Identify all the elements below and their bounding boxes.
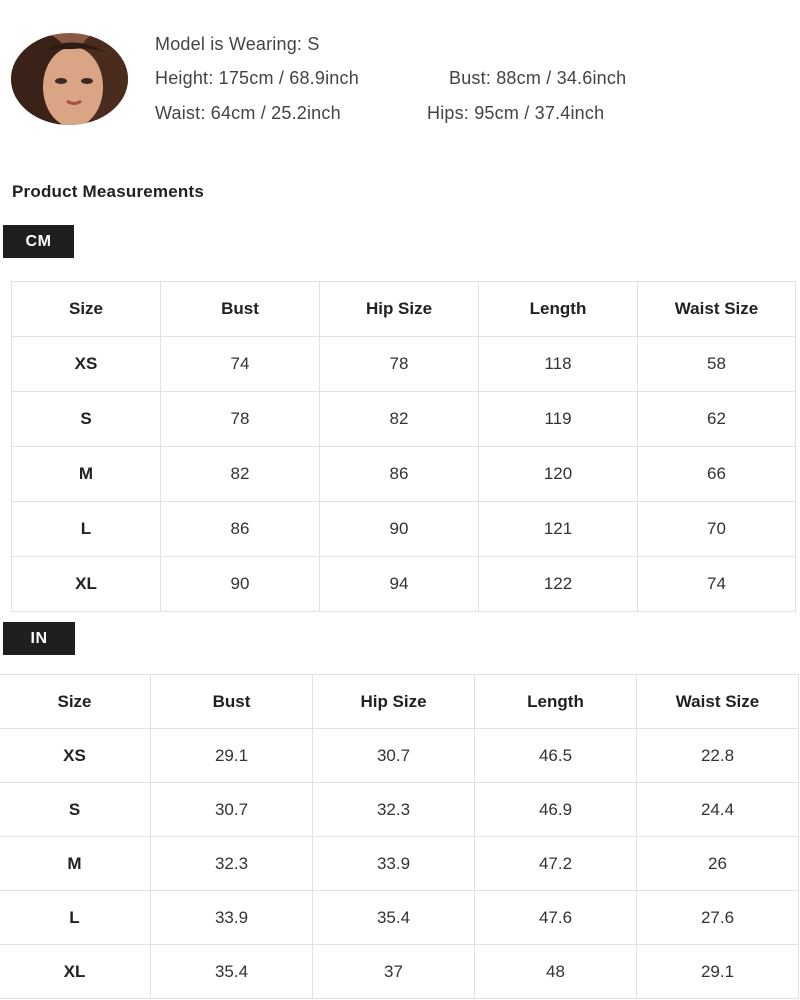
length-cell: 47.2: [474, 836, 637, 891]
table-row: XL 35.4 37 48 29.1: [0, 944, 799, 999]
bust-cell: 82: [160, 446, 320, 502]
model-portrait-icon: [11, 33, 128, 125]
size-cell: XL: [11, 556, 161, 612]
length-cell: 121: [478, 501, 638, 557]
header-hip-size: Hip Size: [312, 674, 475, 729]
length-cell: 47.6: [474, 890, 637, 945]
length-cell: 118: [478, 336, 638, 392]
header-waist-size: Waist Size: [636, 674, 799, 729]
length-cell: 120: [478, 446, 638, 502]
length-cell: 46.9: [474, 782, 637, 837]
table-row: XS 74 78 118 58: [11, 336, 796, 392]
hip-cell: 86: [319, 446, 479, 502]
bust-cell: 74: [160, 336, 320, 392]
bust-cell: 32.3: [150, 836, 313, 891]
bust-cell: 30.7: [150, 782, 313, 837]
table-row: L 33.9 35.4 47.6 27.6: [0, 890, 799, 945]
waist-cell: 29.1: [636, 944, 799, 999]
header-size: Size: [11, 281, 161, 337]
waist-cell: 74: [637, 556, 796, 612]
length-cell: 119: [478, 391, 638, 447]
size-cell: XS: [11, 336, 161, 392]
size-cell: M: [11, 446, 161, 502]
hip-cell: 94: [319, 556, 479, 612]
table-row: XS 29.1 30.7 46.5 22.8: [0, 728, 799, 783]
size-cell: L: [11, 501, 161, 557]
table-header-row: Size Bust Hip Size Length Waist Size: [0, 674, 799, 729]
size-cell: XL: [0, 944, 151, 999]
model-waist: Waist: 64cm / 25.2inch: [155, 103, 341, 123]
length-cell: 46.5: [474, 728, 637, 783]
length-cell: 122: [478, 556, 638, 612]
unit-badge-cm: CM: [3, 225, 74, 258]
table-row: S 78 82 119 62: [11, 391, 796, 447]
bust-cell: 86: [160, 501, 320, 557]
bust-cell: 78: [160, 391, 320, 447]
waist-cell: 24.4: [636, 782, 799, 837]
header-length: Length: [478, 281, 638, 337]
waist-cell: 27.6: [636, 890, 799, 945]
model-hips: Hips: 95cm / 37.4inch: [427, 103, 605, 123]
model-info: Model is Wearing: S Height: 175cm / 68.9…: [0, 0, 800, 140]
table-row: XL 90 94 122 74: [11, 556, 796, 612]
header-bust: Bust: [150, 674, 313, 729]
header-size: Size: [0, 674, 151, 729]
waist-cell: 66: [637, 446, 796, 502]
bust-cell: 35.4: [150, 944, 313, 999]
bust-cell: 90: [160, 556, 320, 612]
table-header-row: Size Bust Hip Size Length Waist Size: [11, 281, 796, 337]
size-cell: L: [0, 890, 151, 945]
length-cell: 48: [474, 944, 637, 999]
waist-cell: 26: [636, 836, 799, 891]
size-cell: XS: [0, 728, 151, 783]
hip-cell: 32.3: [312, 782, 475, 837]
header-waist-size: Waist Size: [637, 281, 796, 337]
header-hip-size: Hip Size: [319, 281, 479, 337]
bust-cell: 29.1: [150, 728, 313, 783]
model-bust: Bust: 88cm / 34.6inch: [449, 68, 627, 88]
model-height: Height: 175cm / 68.9inch: [155, 68, 359, 88]
bust-cell: 33.9: [150, 890, 313, 945]
table-row: M 82 86 120 66: [11, 446, 796, 502]
size-table-cm: Size Bust Hip Size Length Waist Size XS …: [11, 281, 796, 612]
table-row: L 86 90 121 70: [11, 501, 796, 557]
hip-cell: 37: [312, 944, 475, 999]
hip-cell: 78: [319, 336, 479, 392]
size-cell: S: [0, 782, 151, 837]
hip-cell: 82: [319, 391, 479, 447]
product-measurements-title: Product Measurements: [12, 182, 204, 201]
model-wearing-size: Model is Wearing: S: [155, 34, 320, 54]
header-bust: Bust: [160, 281, 320, 337]
table-row: M 32.3 33.9 47.2 26: [0, 836, 799, 891]
model-avatar: [11, 33, 128, 125]
waist-cell: 62: [637, 391, 796, 447]
hip-cell: 33.9: [312, 836, 475, 891]
hip-cell: 90: [319, 501, 479, 557]
hip-cell: 30.7: [312, 728, 475, 783]
waist-cell: 58: [637, 336, 796, 392]
size-cell: S: [11, 391, 161, 447]
size-table-in: Size Bust Hip Size Length Waist Size XS …: [0, 674, 799, 999]
size-cell: M: [0, 836, 151, 891]
table-row: S 30.7 32.3 46.9 24.4: [0, 782, 799, 837]
header-length: Length: [474, 674, 637, 729]
unit-badge-in: IN: [3, 622, 75, 655]
hip-cell: 35.4: [312, 890, 475, 945]
waist-cell: 70: [637, 501, 796, 557]
waist-cell: 22.8: [636, 728, 799, 783]
